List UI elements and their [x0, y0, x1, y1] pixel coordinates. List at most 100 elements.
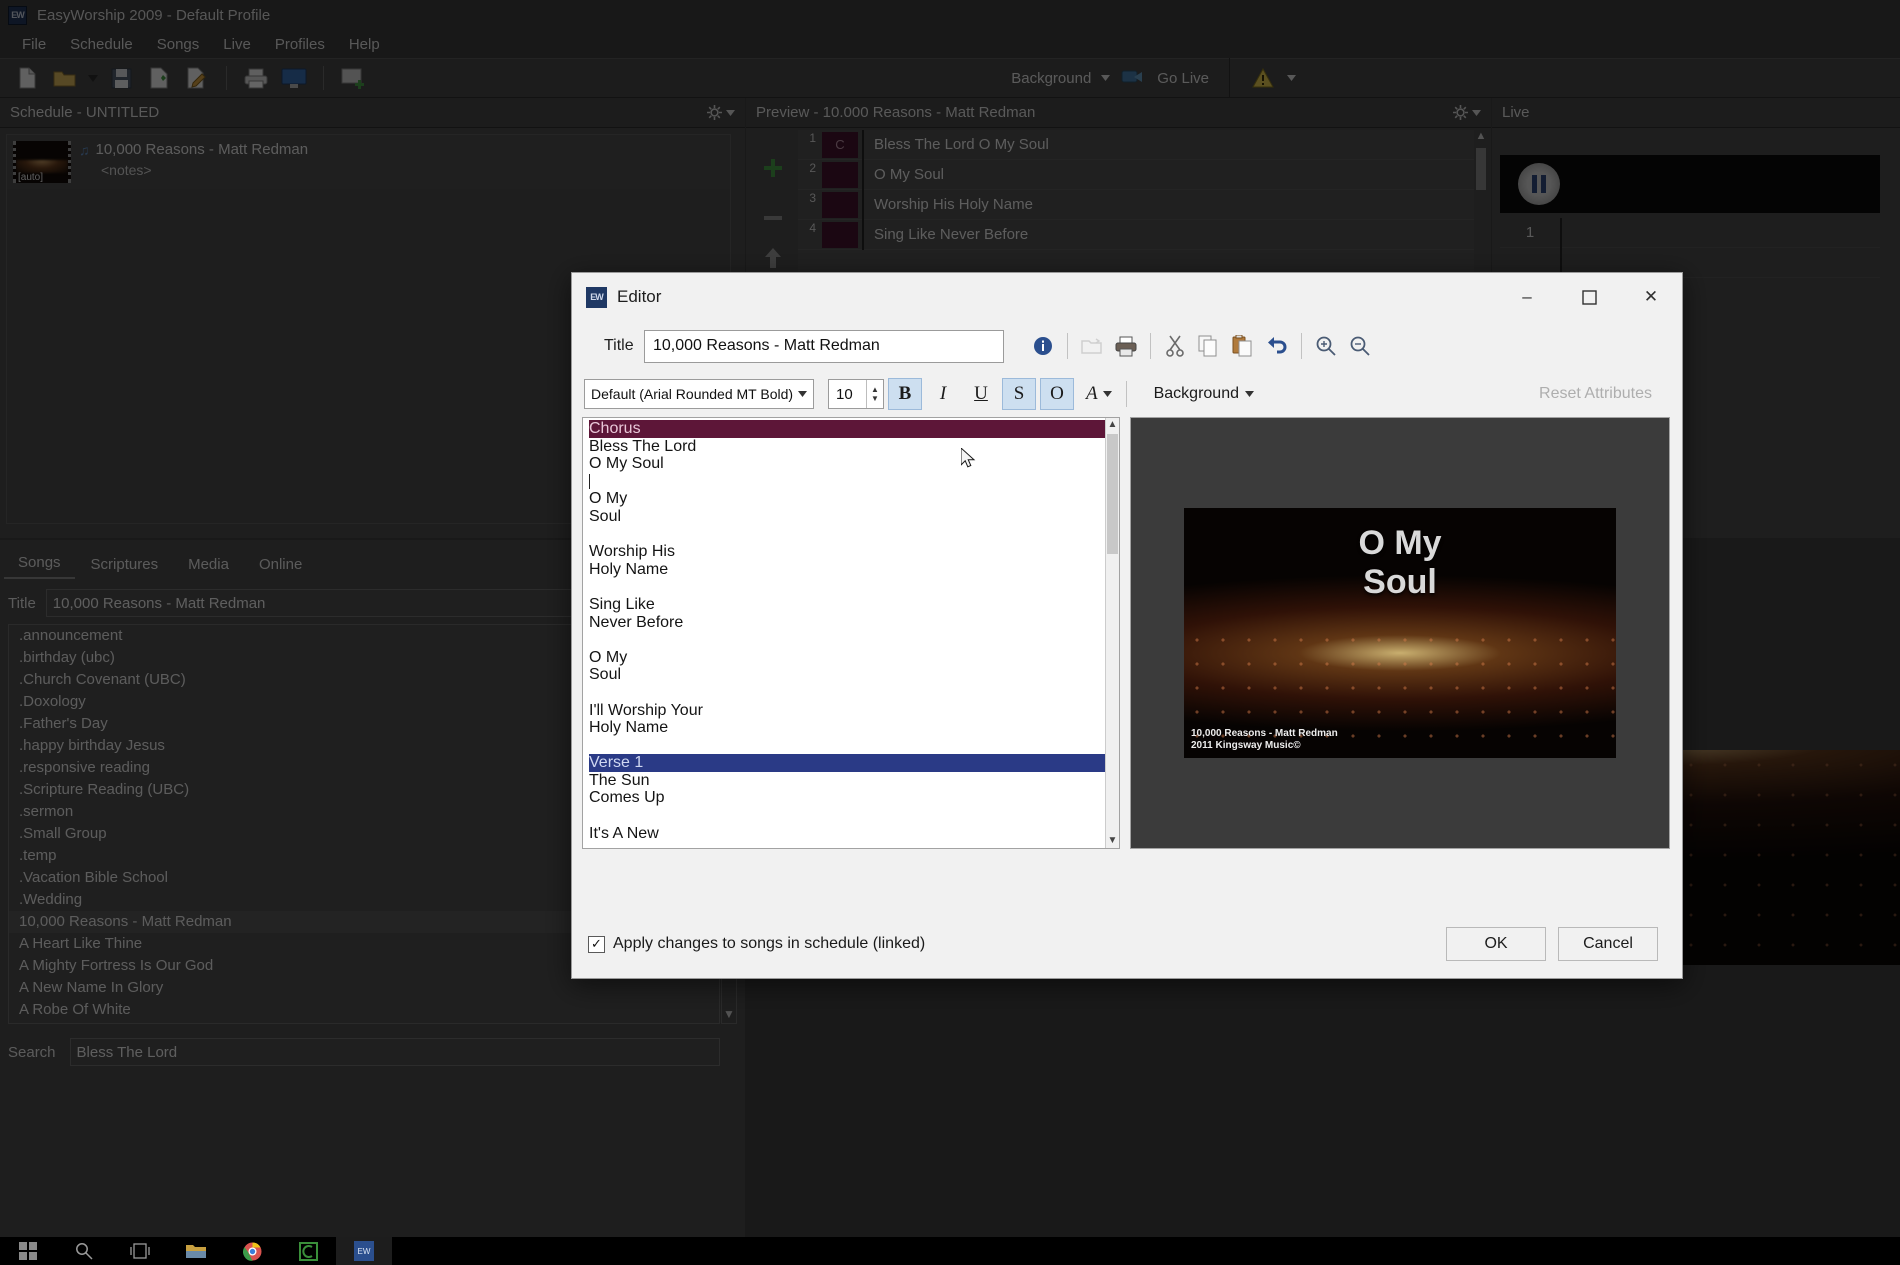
- lyrics-chorus-header[interactable]: Chorus: [589, 420, 1105, 438]
- easyworship-icon[interactable]: EW: [336, 1237, 392, 1265]
- scroll-down-icon[interactable]: ▼: [1106, 834, 1119, 848]
- menu-item-live[interactable]: Live: [211, 34, 263, 55]
- preview-row[interactable]: 1 C Bless The Lord O My Soul: [798, 130, 1488, 160]
- move-up-icon[interactable]: [763, 247, 783, 275]
- cancel-button[interactable]: Cancel: [1558, 927, 1658, 961]
- song-list-item[interactable]: A Robe Of White: [9, 999, 719, 1021]
- minimize-button[interactable]: –: [1496, 273, 1558, 321]
- zoom-out-icon[interactable]: [1343, 329, 1377, 363]
- font-color-button[interactable]: A: [1086, 383, 1112, 405]
- background-dropdown-icon[interactable]: [1097, 62, 1113, 94]
- display-icon[interactable]: [275, 62, 313, 94]
- zoom-in-icon[interactable]: [1309, 329, 1343, 363]
- file-explorer-icon[interactable]: [168, 1237, 224, 1265]
- bold-button[interactable]: B: [888, 378, 922, 410]
- lyrics-line[interactable]: The Sun: [589, 772, 1105, 790]
- font-size-stepper[interactable]: 10 ▲ ▼: [828, 379, 884, 409]
- preview-row[interactable]: 4 Sing Like Never Before: [798, 219, 1488, 250]
- lyrics-line[interactable]: [589, 578, 1105, 596]
- menu-item-profiles[interactable]: Profiles: [263, 34, 337, 55]
- menu-item-schedule[interactable]: Schedule: [58, 34, 145, 55]
- schedule-list-item[interactable]: [auto] ♫ 10,000 Reasons - Matt Redman <n…: [7, 135, 730, 189]
- paste-icon[interactable]: [1226, 329, 1260, 363]
- lyrics-line[interactable]: [589, 807, 1105, 825]
- cut-icon[interactable]: [1158, 329, 1192, 363]
- font-size-arrows[interactable]: ▲ ▼: [866, 380, 883, 408]
- editor-background-dropdown[interactable]: Background: [1154, 385, 1254, 403]
- edit-song-icon[interactable]: [178, 62, 216, 94]
- editor-titlebar[interactable]: EW Editor – ✕: [572, 273, 1682, 321]
- shadow-button[interactable]: S: [1002, 378, 1036, 410]
- tab-media[interactable]: Media: [174, 550, 243, 579]
- lyrics-lines[interactable]: Chorus Bless The Lord O My Soul O My Soul Wor…: [583, 418, 1105, 848]
- ok-button[interactable]: OK: [1446, 927, 1546, 961]
- editor-title-input[interactable]: 10,000 Reasons - Matt Redman: [644, 329, 1004, 363]
- scroll-down-icon[interactable]: ▼: [722, 1007, 736, 1021]
- lyrics-line[interactable]: Never Before: [589, 614, 1105, 632]
- dropdown-arrow-icon[interactable]: [84, 62, 102, 94]
- pause-icon[interactable]: [1518, 163, 1560, 205]
- alert-dropdown-icon[interactable]: [1282, 62, 1300, 94]
- lyrics-line[interactable]: Soul: [589, 666, 1105, 684]
- preview-row[interactable]: 2 O My Soul: [798, 159, 1488, 190]
- new-document-icon[interactable]: [8, 62, 46, 94]
- lyrics-line[interactable]: Holy Name: [589, 719, 1105, 737]
- lyrics-line[interactable]: [589, 526, 1105, 544]
- tab-online[interactable]: Online: [244, 550, 317, 579]
- background-button[interactable]: Background: [1005, 70, 1097, 87]
- add-icon[interactable]: [762, 157, 784, 185]
- lyrics-line[interactable]: [589, 631, 1105, 649]
- close-button[interactable]: ✕: [1620, 273, 1682, 321]
- italic-button[interactable]: I: [926, 378, 960, 410]
- search-icon[interactable]: [56, 1237, 112, 1265]
- lyrics-line[interactable]: It's A New: [589, 825, 1105, 843]
- scroll-up-icon[interactable]: ▲: [1474, 130, 1488, 142]
- menu-item-songs[interactable]: Songs: [145, 34, 212, 55]
- menu-item-help[interactable]: Help: [337, 34, 392, 55]
- tab-songs[interactable]: Songs: [4, 548, 75, 579]
- preview-row[interactable]: 3 Worship His Holy Name: [798, 189, 1488, 220]
- scrollbar-thumb[interactable]: [1107, 434, 1118, 554]
- maximize-button[interactable]: [1558, 273, 1620, 321]
- lyrics-line[interactable]: Holy Name: [589, 561, 1105, 579]
- lyrics-line[interactable]: Soul: [589, 508, 1105, 526]
- camtasia-icon[interactable]: [280, 1237, 336, 1265]
- copy-icon[interactable]: [1192, 329, 1226, 363]
- print-icon[interactable]: [1109, 329, 1143, 363]
- lyrics-line[interactable]: Bless The Lord: [589, 438, 1105, 456]
- live-slide-list[interactable]: 1: [1500, 217, 1880, 278]
- new-song-icon[interactable]: [140, 62, 178, 94]
- lyrics-line[interactable]: Sing Like: [589, 596, 1105, 614]
- menu-item-file[interactable]: File: [10, 34, 58, 55]
- font-family-select[interactable]: Default (Arial Rounded MT Bold): [584, 379, 814, 409]
- go-live-button[interactable]: Go Live: [1151, 70, 1215, 87]
- lyrics-line[interactable]: O My: [589, 490, 1105, 508]
- lyrics-line[interactable]: O My Soul: [589, 455, 1105, 473]
- song-list-item[interactable]: A New Name In Glory: [9, 977, 719, 999]
- lyrics-line[interactable]: O My: [589, 649, 1105, 667]
- chrome-icon[interactable]: [224, 1237, 280, 1265]
- save-icon[interactable]: [102, 62, 140, 94]
- search-input[interactable]: Bless The Lord: [69, 1038, 720, 1066]
- warning-triangle-icon[interactable]: [1244, 62, 1282, 94]
- outline-button[interactable]: O: [1040, 378, 1074, 410]
- live-row[interactable]: 1: [1500, 217, 1880, 248]
- go-live-icon[interactable]: [1113, 62, 1151, 94]
- apply-changes-checkbox[interactable]: ✓: [588, 935, 605, 953]
- remove-icon[interactable]: [762, 203, 784, 229]
- tab-scriptures[interactable]: Scriptures: [76, 550, 173, 579]
- live-preview-area[interactable]: [1500, 155, 1880, 213]
- lyrics-line[interactable]: [589, 737, 1105, 755]
- open-folder-icon[interactable]: [46, 62, 84, 94]
- start-icon[interactable]: [0, 1237, 56, 1265]
- lyrics-line[interactable]: Worship His: [589, 543, 1105, 561]
- scrollbar-thumb[interactable]: [1476, 148, 1486, 190]
- info-icon[interactable]: [1026, 329, 1060, 363]
- schedule-settings-gear-icon[interactable]: [707, 105, 735, 120]
- scroll-up-icon[interactable]: ▲: [1106, 418, 1119, 432]
- lyrics-line[interactable]: I'll Worship Your: [589, 702, 1105, 720]
- preview-settings-gear-icon[interactable]: [1453, 105, 1481, 120]
- print-icon[interactable]: [237, 62, 275, 94]
- apply-changes-checkbox-row[interactable]: ✓ Apply changes to songs in schedule (li…: [588, 935, 925, 953]
- underline-button[interactable]: U: [964, 378, 998, 410]
